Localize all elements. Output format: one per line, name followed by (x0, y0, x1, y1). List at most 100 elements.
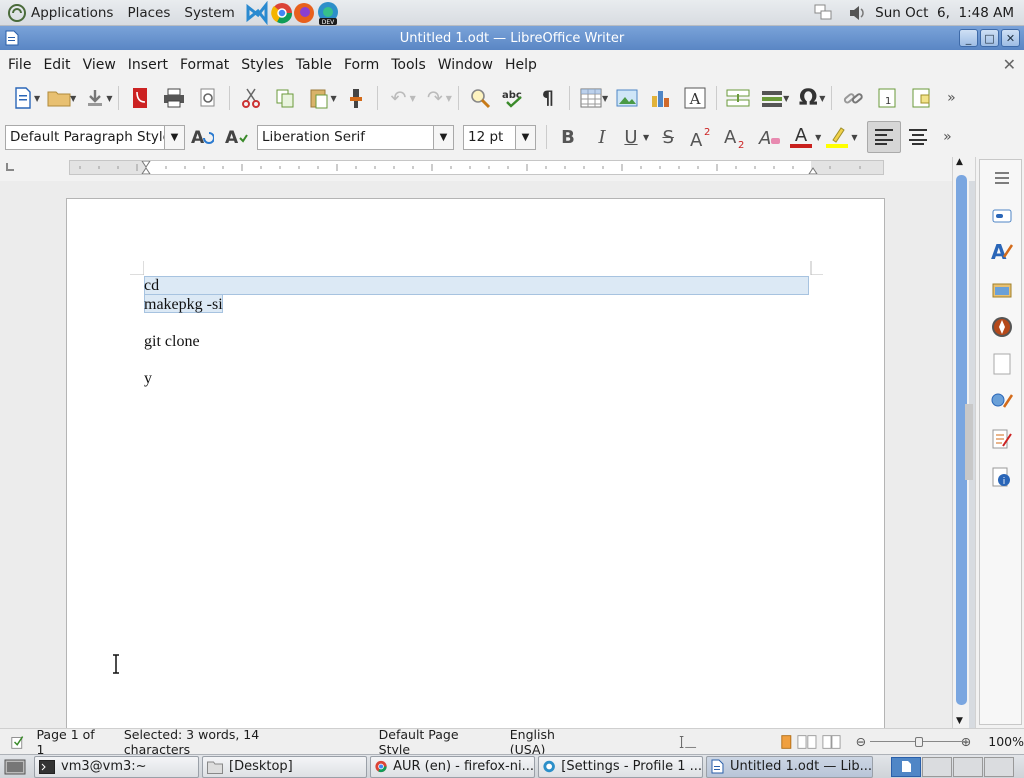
insert-textbox-icon[interactable]: A (678, 82, 712, 114)
scroll-up-icon[interactable]: ▲ (956, 157, 963, 167)
print-preview-icon[interactable] (191, 82, 225, 114)
page-icon[interactable] (988, 350, 1016, 378)
chevron-down-icon[interactable]: ▼ (330, 94, 336, 103)
sidebar-menu-icon[interactable] (988, 164, 1016, 192)
insert-chart-icon[interactable] (644, 82, 678, 114)
menu-edit[interactable]: Edit (37, 57, 76, 73)
chevron-down-icon[interactable]: ▼ (602, 94, 608, 103)
volume-icon[interactable] (847, 3, 867, 23)
menu-format[interactable]: Format (174, 57, 235, 73)
edge-dev-launcher-icon[interactable]: DEV (315, 1, 341, 25)
taskbar-item-settings[interactable]: [Settings - Profile 1 ... (538, 755, 703, 778)
gallery-icon[interactable] (988, 276, 1016, 304)
document-line[interactable]: git clone (144, 333, 200, 351)
update-style-icon[interactable]: A (185, 121, 219, 153)
word-count[interactable]: Selected: 3 words, 14 characters (124, 727, 310, 757)
zoom-slider[interactable] (870, 736, 967, 748)
document-line[interactable]: cd (144, 277, 159, 295)
comment-icon[interactable] (904, 82, 938, 114)
book-view-icon[interactable] (822, 734, 842, 750)
multi-page-view-icon[interactable] (797, 734, 817, 750)
menu-window[interactable]: Window (432, 57, 499, 73)
toolbar-overflow-icon[interactable]: » (938, 82, 964, 114)
chevron-down-icon[interactable]: ▼ (515, 125, 535, 149)
menu-form[interactable]: Form (338, 57, 385, 73)
subscript-icon[interactable]: A2 (719, 121, 753, 153)
design-icon[interactable]: i (988, 463, 1016, 491)
style-inspector-icon[interactable] (988, 388, 1016, 416)
minimize-button[interactable]: _ (959, 29, 978, 47)
formatting-marks-icon[interactable]: ¶ (531, 82, 565, 114)
zoom-out-icon[interactable]: ⊖ (856, 734, 866, 749)
workspace-switcher[interactable] (891, 756, 1014, 777)
document-page[interactable]: cd makepkg -si git clone y (66, 198, 885, 738)
chevron-down-icon[interactable]: ▼ (106, 94, 112, 103)
chevron-down-icon[interactable]: ▼ (70, 94, 76, 103)
language[interactable]: English (USA) (510, 727, 587, 757)
chevron-down-icon[interactable]: ▼ (643, 133, 649, 142)
copy-icon[interactable] (268, 82, 302, 114)
zoom-level[interactable]: 100% (988, 734, 1024, 749)
document-status-icon[interactable] (10, 734, 24, 750)
taskbar-item-terminal[interactable]: vm3@vm3:~ (34, 755, 199, 778)
applications-menu[interactable]: Applications (8, 3, 113, 22)
network-icon[interactable] (813, 3, 839, 23)
chevron-down-icon[interactable]: ▼ (815, 133, 821, 142)
chevron-down-icon[interactable]: ▼ (819, 94, 825, 103)
cut-icon[interactable] (234, 82, 268, 114)
font-size-combo[interactable]: 12 pt ▼ (463, 124, 536, 150)
paragraph-style-combo[interactable]: Default Paragraph Style ▼ (5, 124, 185, 150)
font-color-icon[interactable]: A (787, 121, 815, 153)
menu-insert[interactable]: Insert (122, 57, 174, 73)
taskbar-item-desktop[interactable]: [Desktop] (202, 755, 367, 778)
workspace-4[interactable] (984, 756, 1014, 777)
workspace-3[interactable] (953, 756, 983, 777)
sidebar-resize-handle[interactable] (965, 404, 973, 480)
single-page-view-icon[interactable] (780, 734, 793, 750)
horizontal-ruler[interactable] (69, 160, 884, 175)
document-canvas[interactable]: cd makepkg -si git clone y (0, 181, 952, 738)
underline-button[interactable]: U (619, 121, 643, 153)
selection-mode-icon[interactable] (678, 734, 698, 750)
page-style[interactable]: Default Page Style (379, 727, 483, 757)
new-style-icon[interactable]: A (219, 121, 253, 153)
bold-button[interactable]: B (551, 121, 585, 153)
document-line[interactable]: makepkg -si (144, 296, 223, 314)
navigator-icon[interactable] (988, 313, 1016, 341)
scroll-down-icon[interactable]: ▼ (956, 716, 963, 726)
taskbar-item-writer[interactable]: Untitled 1.odt — Lib... (706, 755, 873, 778)
menu-styles[interactable]: Styles (235, 57, 289, 73)
page-break-icon[interactable] (721, 82, 755, 114)
window-titlebar[interactable]: Untitled 1.odt — LibreOffice Writer _ □ … (0, 26, 1024, 50)
spelling-icon[interactable]: abc (497, 82, 531, 114)
chevron-down-icon[interactable]: ▼ (34, 94, 40, 103)
properties-icon[interactable] (988, 202, 1016, 230)
font-name-combo[interactable]: Liberation Serif ▼ (257, 124, 454, 150)
clock[interactable]: Sun Oct 6, 1:48 AM (875, 5, 1014, 21)
places-menu[interactable]: Places (127, 5, 170, 21)
maximize-button[interactable]: □ (980, 29, 999, 47)
hyperlink-icon[interactable] (836, 82, 870, 114)
toolbar-overflow-icon[interactable]: » (935, 121, 959, 153)
styles-icon[interactable]: A (988, 238, 1016, 266)
menu-help[interactable]: Help (499, 57, 543, 73)
menu-view[interactable]: View (77, 57, 122, 73)
chrome-launcher-icon[interactable] (270, 1, 293, 25)
superscript-icon[interactable]: A2 (685, 121, 719, 153)
firefox-launcher-icon[interactable] (293, 1, 315, 25)
close-document-icon[interactable]: ✕ (1003, 55, 1016, 74)
strikethrough-button[interactable]: S (651, 121, 685, 153)
chevron-down-icon[interactable]: ▼ (446, 94, 452, 103)
page-count[interactable]: Page 1 of 1 (36, 727, 99, 757)
show-desktop-icon[interactable] (4, 758, 26, 776)
print-icon[interactable] (157, 82, 191, 114)
menu-table[interactable]: Table (290, 57, 338, 73)
workspace-2[interactable] (922, 756, 952, 777)
chevron-down-icon[interactable]: ▼ (433, 125, 453, 149)
menu-file[interactable]: File (2, 57, 37, 73)
export-pdf-icon[interactable] (123, 82, 157, 114)
zoom-in-icon[interactable]: ⊕ (961, 734, 971, 749)
insert-image-icon[interactable] (610, 82, 644, 114)
highlight-color-icon[interactable] (823, 121, 851, 153)
chevron-down-icon[interactable]: ▼ (164, 125, 184, 149)
